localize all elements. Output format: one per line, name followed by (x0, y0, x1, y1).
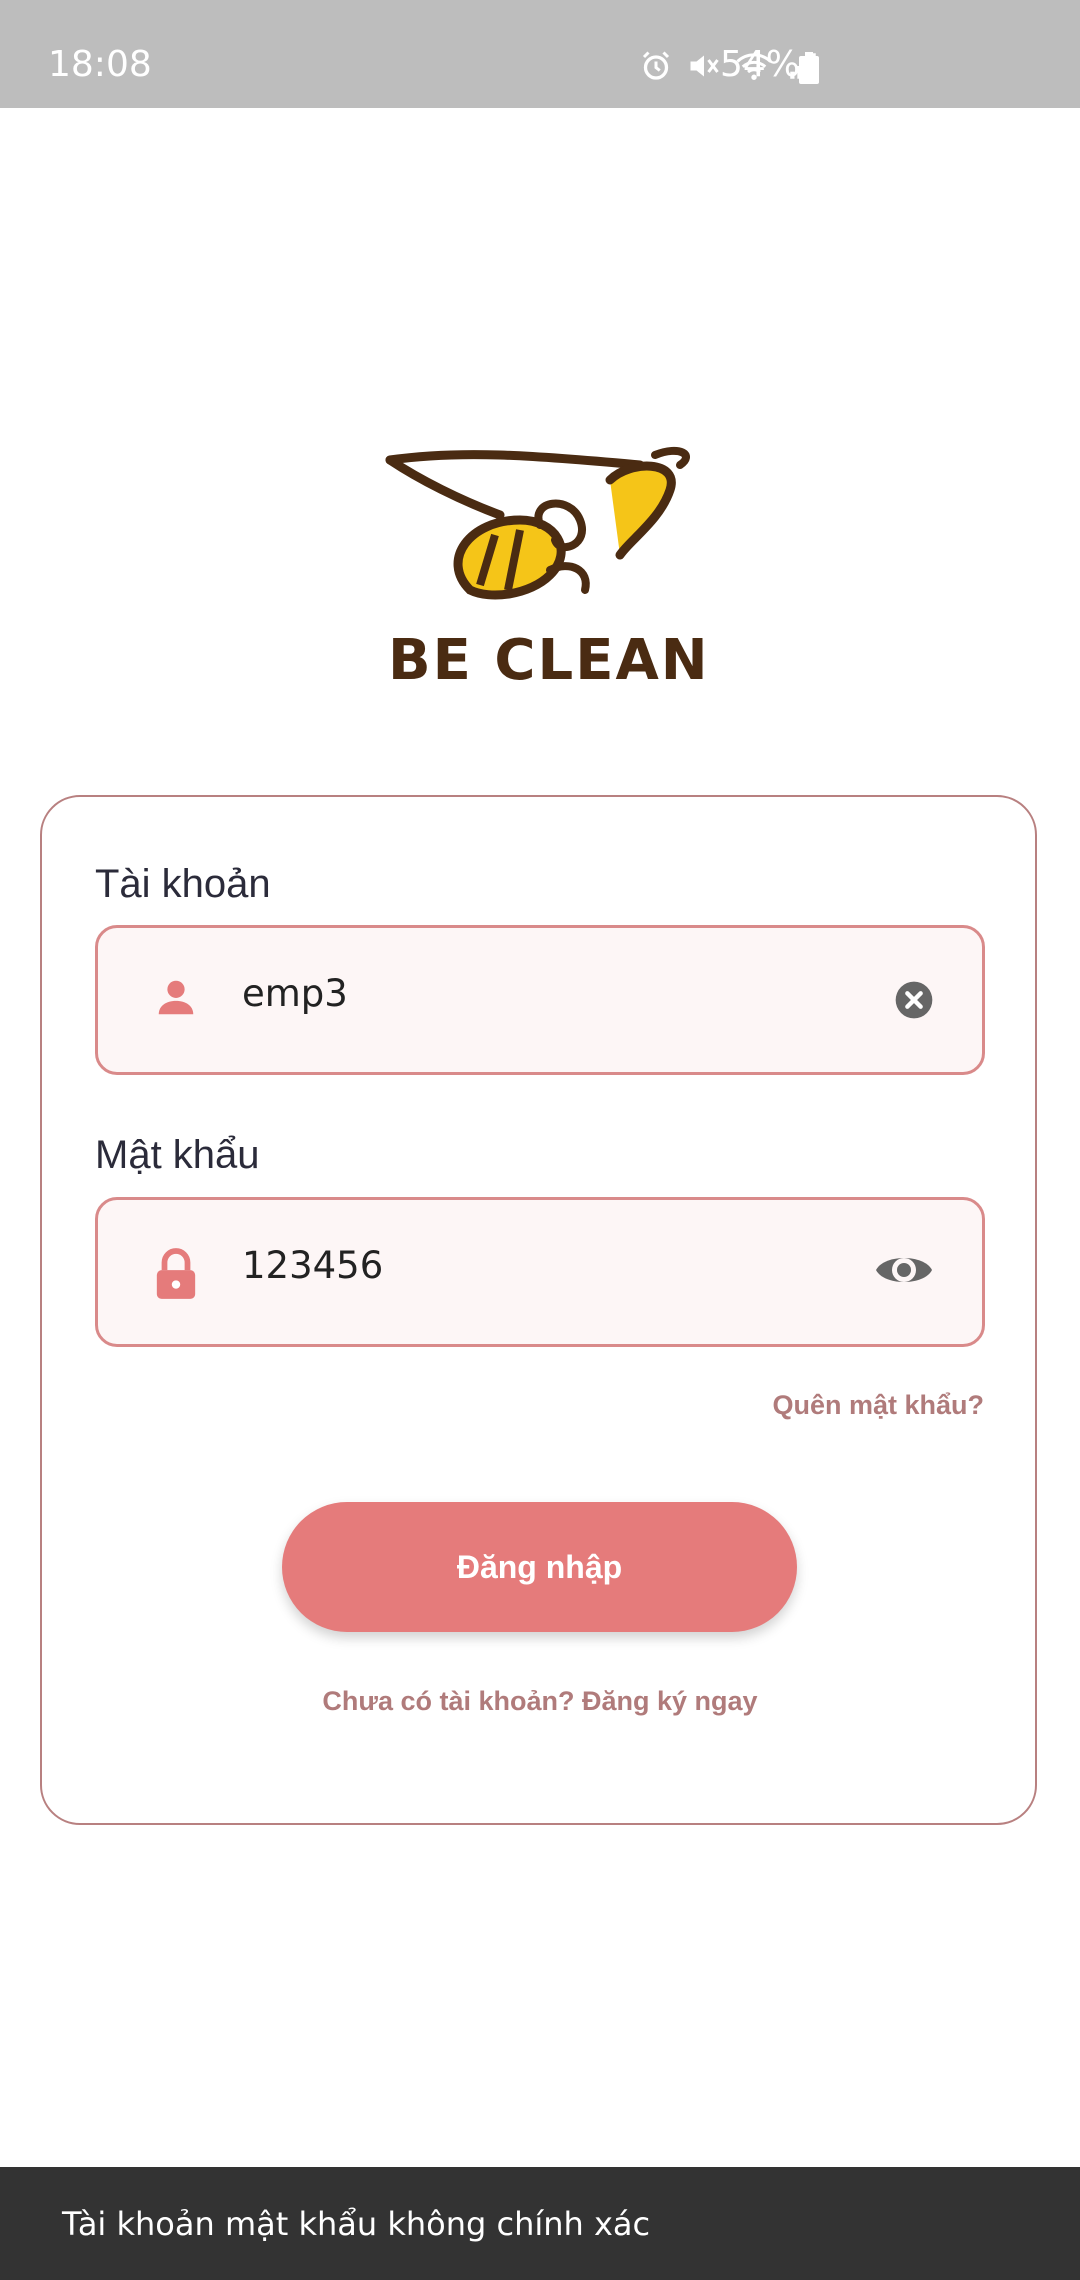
username-input[interactable]: emp3 (242, 972, 348, 1015)
password-field[interactable]: 123456 (95, 1197, 985, 1347)
alarm-icon (638, 48, 674, 84)
lock-icon (153, 1246, 199, 1307)
forgot-password-link[interactable]: Quên mật khẩu? (772, 1390, 984, 1421)
battery-percentage: 54% (720, 44, 801, 85)
person-icon (153, 974, 199, 1025)
login-button[interactable]: Đăng nhập (282, 1502, 797, 1632)
status-time: 18:08 (48, 44, 152, 85)
status-bar: 18:08 54% (0, 0, 1080, 108)
username-field[interactable]: emp3 (95, 925, 985, 1075)
logo-text: BE CLEAN (388, 628, 710, 693)
snackbar-message: Tài khoản mật khẩu không chính xác (62, 2205, 651, 2243)
battery-icon (798, 52, 820, 89)
password-input[interactable]: 123456 (242, 1244, 383, 1287)
bee-logo-icon (385, 446, 690, 600)
clear-icon[interactable] (894, 980, 934, 1025)
error-snackbar: Tài khoản mật khẩu không chính xác (0, 2167, 1080, 2280)
signup-link[interactable]: Chưa có tài khoản? Đăng ký ngay (0, 1686, 1080, 1717)
mute-icon (686, 48, 722, 84)
username-label: Tài khoản (95, 862, 271, 906)
eye-icon[interactable] (874, 1248, 934, 1297)
password-label: Mật khẩu (95, 1133, 260, 1177)
